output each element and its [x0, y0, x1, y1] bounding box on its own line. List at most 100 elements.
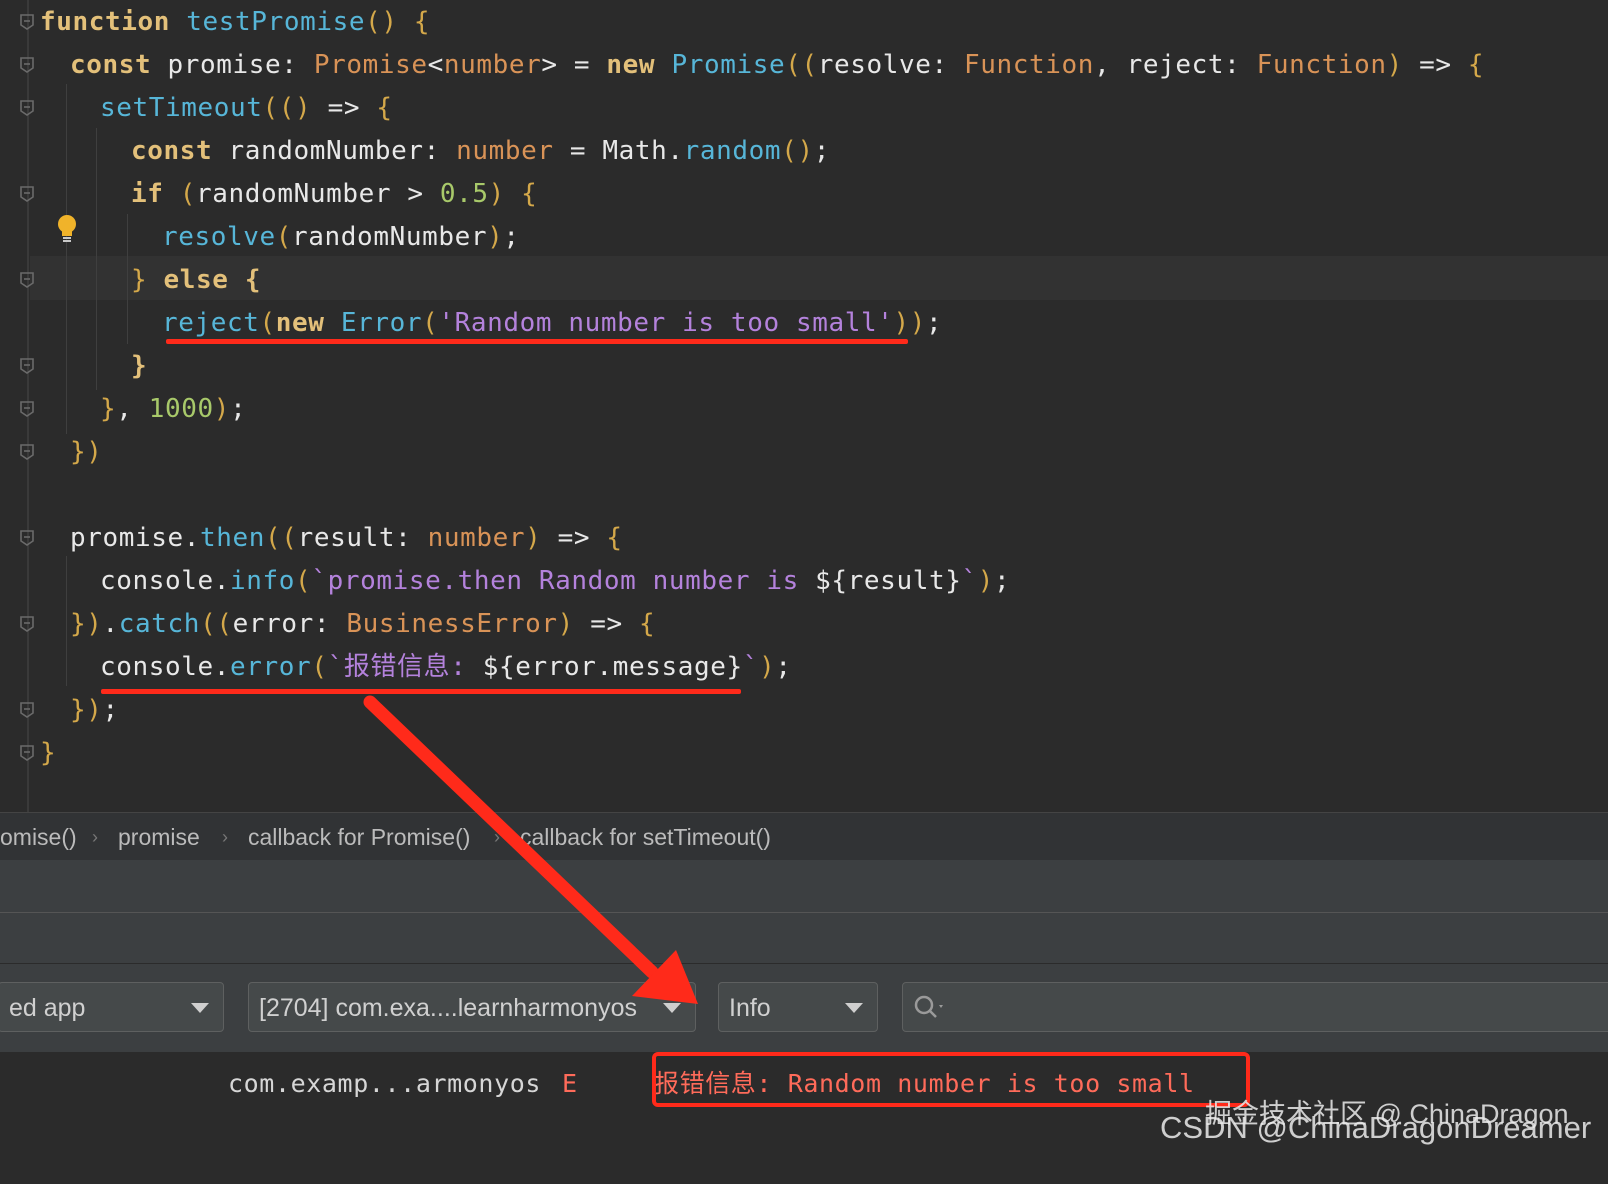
- fold-icon[interactable]: [19, 529, 35, 547]
- code-token: random: [683, 136, 782, 166]
- code-token: }: [131, 265, 148, 295]
- code-token: Function: [964, 50, 1095, 80]
- code-line[interactable]: resolve(randomNumber);: [162, 215, 520, 259]
- code-token: reject: [162, 308, 260, 338]
- fold-icon[interactable]: [19, 185, 35, 203]
- indent-guide: [127, 214, 128, 344]
- code-token: {: [521, 179, 538, 209]
- code-line[interactable]: promise.then((result: number) => {: [70, 516, 623, 560]
- code-line[interactable]: const promise: Promise<number> = new Pro…: [70, 43, 1484, 87]
- code-line[interactable]: } else {: [131, 258, 261, 302]
- indent-guide: [66, 556, 67, 686]
- breadcrumb-item[interactable]: promise: [118, 813, 200, 861]
- code-line[interactable]: }): [70, 430, 103, 474]
- fold-icon[interactable]: [19, 400, 35, 418]
- code-token: console.: [100, 566, 231, 596]
- fold-icon[interactable]: [19, 56, 35, 74]
- code-line[interactable]: setTimeout(() => {: [100, 86, 393, 130]
- code-token: ,: [116, 394, 149, 424]
- code-token: }): [70, 437, 103, 467]
- code-line[interactable]: }: [40, 731, 56, 775]
- breadcrumb-item[interactable]: callback for Promise(): [248, 813, 470, 861]
- log-level-select[interactable]: Info: [718, 982, 878, 1032]
- code-token: ${result}: [815, 566, 962, 596]
- log-search-input[interactable]: [902, 982, 1608, 1032]
- log-level-label: Info: [729, 994, 771, 1022]
- code-token: ;: [775, 652, 792, 682]
- fold-icon[interactable]: [19, 13, 35, 31]
- code-token: ): [977, 566, 994, 596]
- fold-icon[interactable]: [19, 443, 35, 461]
- code-token: resolve:: [817, 50, 965, 80]
- code-token: ((: [200, 609, 233, 639]
- fold-icon[interactable]: [19, 744, 35, 762]
- indent-guide: [66, 84, 67, 434]
- code-token: ;: [813, 136, 830, 166]
- log-level: E: [562, 1069, 578, 1098]
- code-token: (: [275, 222, 293, 252]
- code-token: (: [179, 179, 197, 209]
- chevron-down-icon: [663, 1003, 681, 1013]
- code-token: ): [557, 609, 574, 639]
- code-line[interactable]: const randomNumber: number = Math.random…: [131, 129, 830, 173]
- code-token: }: [100, 394, 117, 424]
- code-token: randomNumber:: [212, 136, 457, 166]
- search-icon: [914, 995, 943, 1018]
- code-token: > =: [541, 50, 607, 80]
- code-token: Function: [1256, 50, 1387, 80]
- code-token: function: [40, 7, 171, 37]
- device-select[interactable]: ed app: [0, 982, 224, 1032]
- fold-icon[interactable]: [19, 701, 35, 719]
- code-token: ((: [265, 523, 298, 553]
- code-line[interactable]: }: [131, 344, 147, 388]
- code-line[interactable]: if (randomNumber > 0.5) {: [131, 172, 537, 216]
- code-token: `: [742, 652, 760, 682]
- code-line[interactable]: function testPromise() {: [40, 0, 430, 44]
- code-line[interactable]: });: [70, 688, 119, 732]
- code-line[interactable]: console.error(`报错信息: ${error.message}`);: [100, 645, 792, 689]
- log-filter-bar: ed app [2704] com.exa....learnharmonyos …: [0, 964, 1608, 1052]
- code-token: ;: [503, 222, 520, 252]
- chevron-down-icon: [191, 1003, 209, 1013]
- code-token: =>: [541, 523, 607, 553]
- breadcrumb-item[interactable]: omise(): [0, 813, 77, 861]
- code-token: ;: [993, 566, 1011, 596]
- code-token: {: [606, 523, 623, 553]
- code-token: setTimeout: [100, 93, 263, 123]
- code-token: error:: [232, 609, 347, 639]
- code-token: 'Random number is too small': [438, 308, 894, 338]
- code-token: number: [443, 50, 542, 80]
- code-token: =>: [573, 609, 639, 639]
- red-underline-reject: [166, 339, 908, 344]
- code-token: Promise: [671, 50, 786, 80]
- code-token: =>: [311, 93, 377, 123]
- chevron-down-icon: [845, 1003, 863, 1013]
- code-token: {: [376, 93, 393, 123]
- tool-window-header: [0, 913, 1608, 964]
- fold-icon[interactable]: [19, 615, 35, 633]
- code-token: (: [311, 652, 328, 682]
- code-token: (): [781, 136, 814, 166]
- code-line[interactable]: }, 1000);: [100, 387, 246, 431]
- code-token: `promise.then Random number is: [311, 566, 816, 596]
- code-token: new: [606, 50, 656, 80]
- code-token: testPromise: [186, 7, 366, 37]
- code-editor[interactable]: function testPromise() {const promise: P…: [0, 0, 1608, 812]
- code-line[interactable]: console.info(`promise.then Random number…: [100, 559, 1010, 603]
- breadcrumb-item[interactable]: callback for setTimeout(): [520, 813, 771, 861]
- lightbulb-icon[interactable]: [56, 214, 78, 244]
- fold-icon[interactable]: [19, 99, 35, 117]
- fold-icon[interactable]: [19, 357, 35, 375]
- code-token: Promise: [313, 50, 428, 80]
- code-line[interactable]: }).catch((error: BusinessError) => {: [70, 602, 655, 646]
- process-select[interactable]: [2704] com.exa....learnharmonyos: [248, 982, 696, 1032]
- code-token: ;: [230, 394, 247, 424]
- code-token: randomNumber >: [196, 179, 440, 209]
- code-token: = Math.: [553, 136, 684, 166]
- fold-icon[interactable]: [19, 271, 35, 289]
- watermark-csdn: CSDN @ChinaDragonDreamer: [1160, 1110, 1592, 1145]
- code-token: if: [131, 179, 164, 209]
